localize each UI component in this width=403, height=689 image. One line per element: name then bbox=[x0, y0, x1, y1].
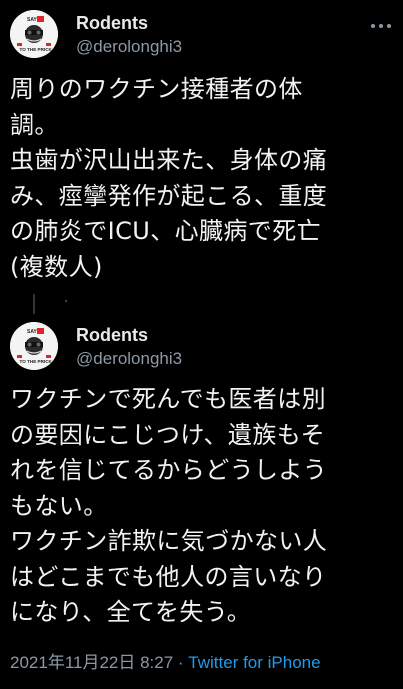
svg-text:TO THE PRICK: TO THE PRICK bbox=[20, 47, 53, 52]
svg-text:SAY: SAY bbox=[27, 17, 37, 23]
tweet-header: SAY TO THE PRICK Rodents @derolonghi3 bbox=[0, 312, 403, 376]
tweet-text: 周りのワクチン接種者の体 調。 虫歯が沢山出来た、身体の痛 み、痙攣発作が起こる… bbox=[10, 75, 328, 281]
tweet-header: SAY TO THE PRICK Rodents @derolonghi3 bbox=[0, 0, 403, 64]
tweet-thread: SAY TO THE PRICK Rodents @derolonghi3 周り… bbox=[0, 0, 403, 689]
tweet[interactable]: SAY TO THE PRICK Rodents @derolonghi3 周り… bbox=[0, 0, 403, 281]
author-display-name[interactable]: Rodents bbox=[76, 13, 148, 34]
author-handle[interactable]: @derolonghi3 bbox=[76, 37, 182, 57]
source-link[interactable]: Twitter for iPhone bbox=[188, 653, 320, 672]
tweet-text: ワクチンで死んでも医者は別 の要因にこじつけ、遺族もそ れを信じてるからどうしよ… bbox=[10, 385, 328, 626]
author-display-name[interactable]: Rodents bbox=[76, 325, 148, 346]
svg-text:SAY: SAY bbox=[27, 329, 37, 335]
avatar-icon: SAY TO THE PRICK bbox=[10, 322, 58, 370]
more-options-icon[interactable] bbox=[367, 18, 395, 34]
meta-separator: · bbox=[173, 653, 189, 672]
thread-connector-dot bbox=[65, 300, 67, 302]
author-handle[interactable]: @derolonghi3 bbox=[76, 349, 182, 369]
timestamp[interactable]: 2021年11月22日 8:27 bbox=[10, 653, 173, 672]
avatar-icon: SAY TO THE PRICK bbox=[10, 10, 58, 58]
avatar[interactable]: SAY TO THE PRICK bbox=[10, 10, 58, 58]
avatar[interactable]: SAY TO THE PRICK bbox=[10, 322, 58, 370]
tweet[interactable]: SAY TO THE PRICK Rodents @derolonghi3 ワク… bbox=[0, 312, 403, 626]
thread-connector-line bbox=[33, 294, 35, 314]
tweet-meta: 2021年11月22日 8:27 · Twitter for iPhone bbox=[10, 648, 321, 673]
svg-text:TO THE PRICK: TO THE PRICK bbox=[20, 359, 53, 364]
